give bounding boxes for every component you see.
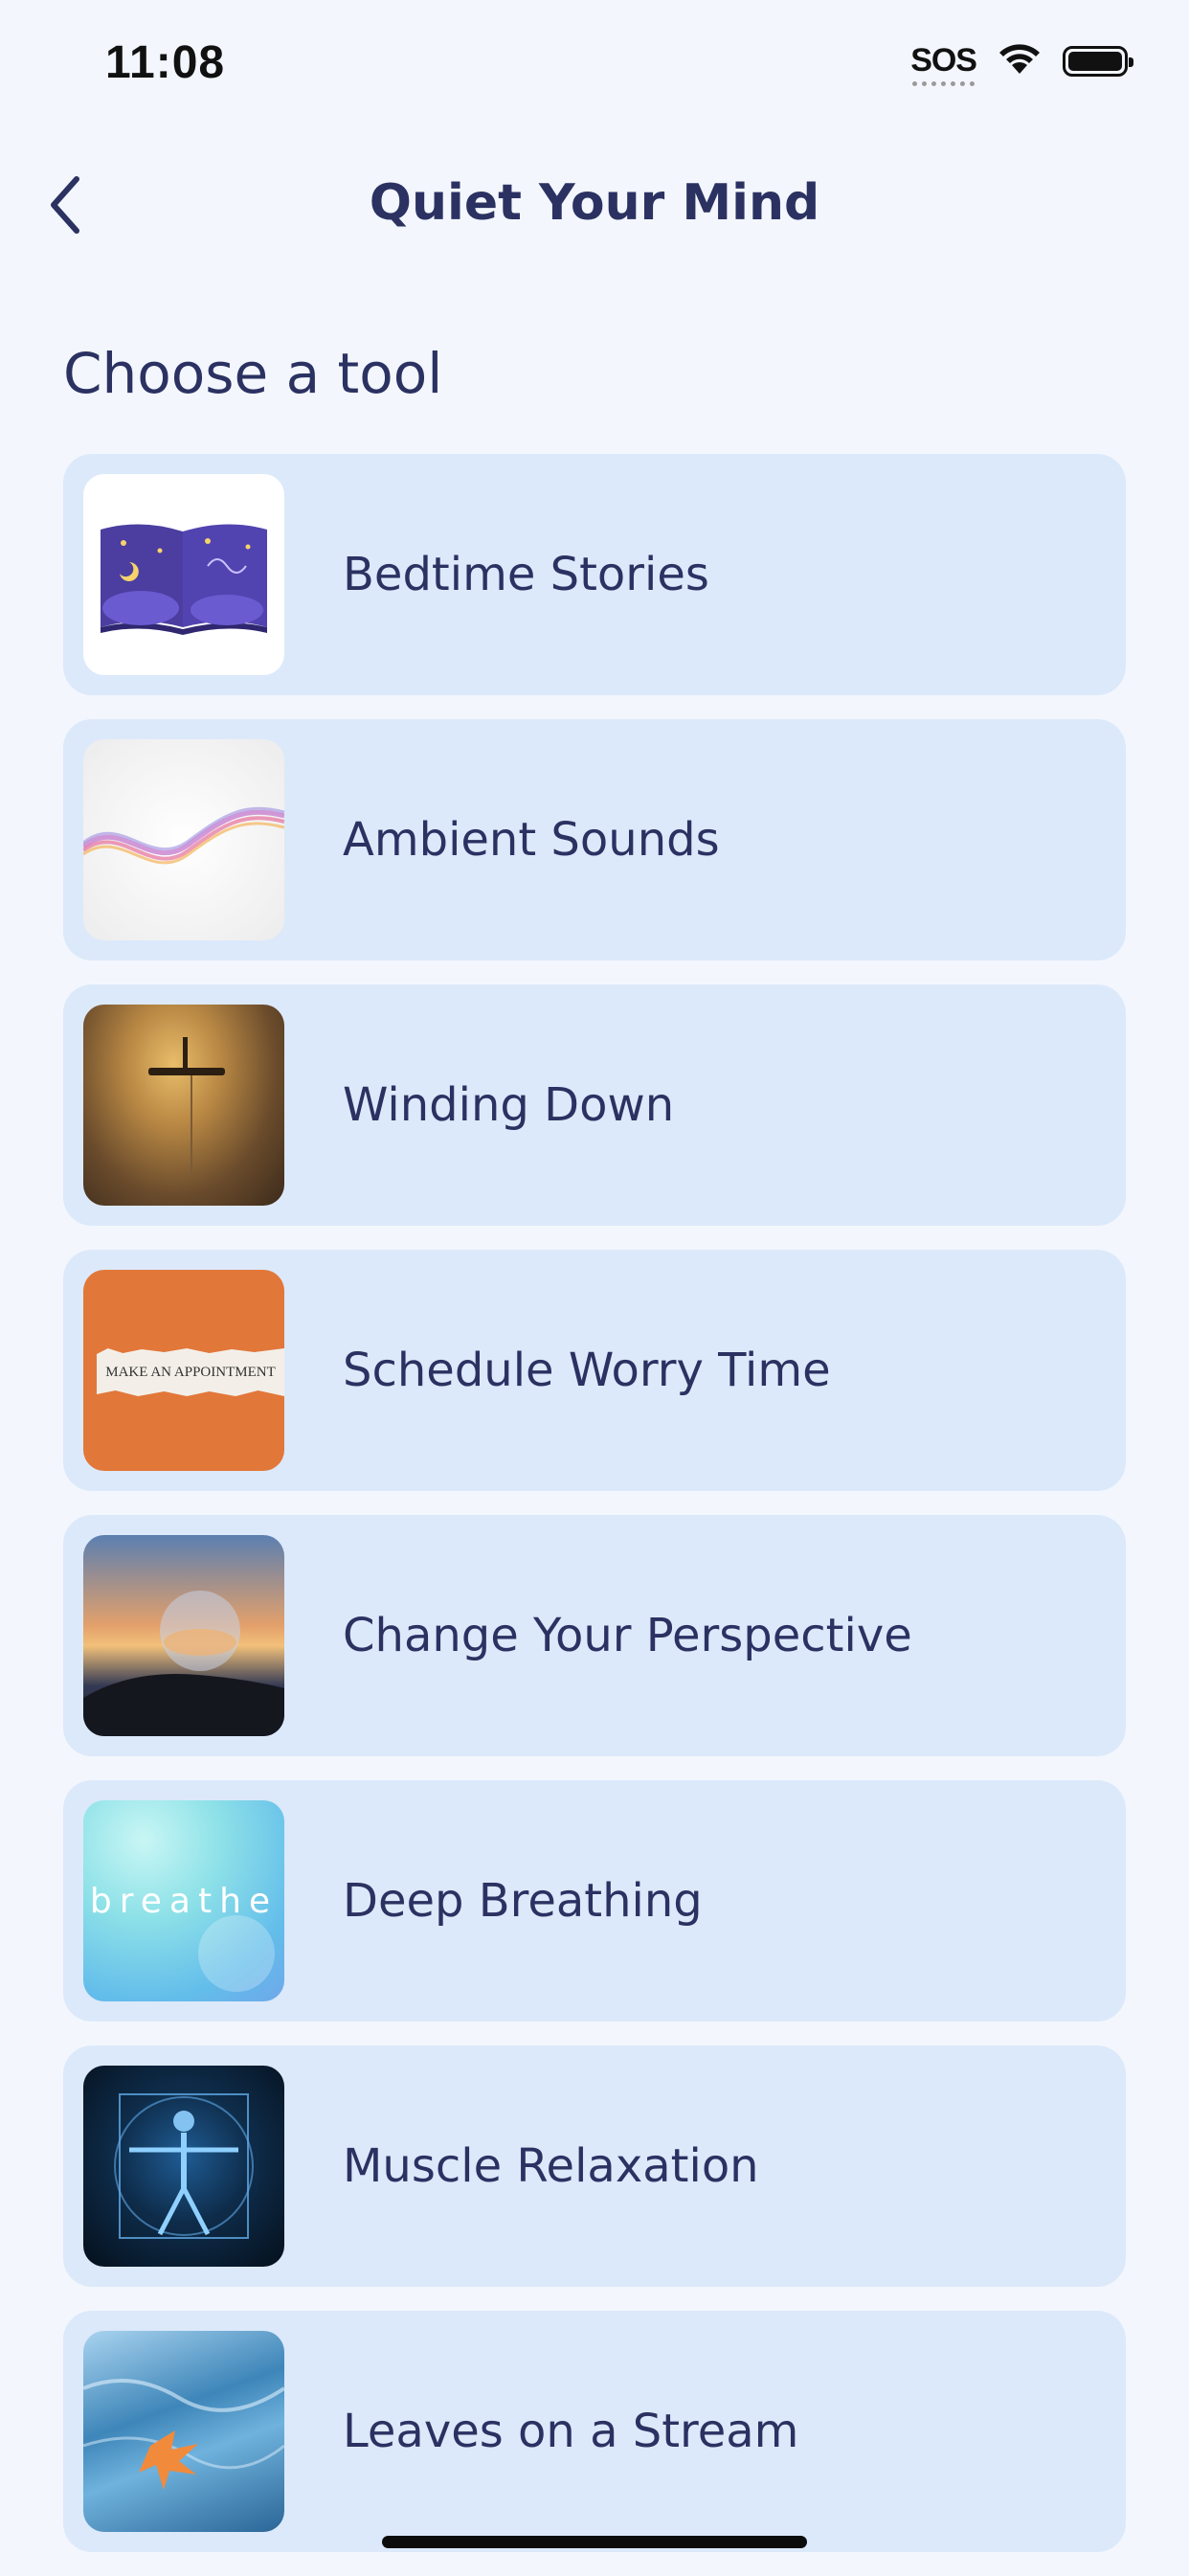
- thumbnail-caption: breathe: [89, 1881, 279, 1921]
- tool-label: Leaves on a Stream: [343, 2405, 799, 2458]
- tool-label: Change Your Perspective: [343, 1609, 912, 1662]
- tool-label: Muscle Relaxation: [343, 2139, 759, 2193]
- home-indicator[interactable]: [382, 2536, 807, 2548]
- status-bar: 11:08 SOS: [0, 0, 1189, 124]
- tool-card-change-your-perspective[interactable]: Change Your Perspective: [63, 1515, 1126, 1756]
- thumbnail-caption: MAKE AN APPOINTMENT: [105, 1364, 276, 1380]
- battery-level: [1068, 51, 1122, 71]
- tool-card-winding-down[interactable]: Winding Down: [63, 984, 1126, 1226]
- tool-label: Schedule Worry Time: [343, 1344, 831, 1397]
- tool-label: Winding Down: [343, 1078, 675, 1132]
- nav-header: Quiet Your Mind: [0, 153, 1189, 259]
- tool-card-ambient-sounds[interactable]: Ambient Sounds: [63, 719, 1126, 960]
- page-title: Quiet Your Mind: [369, 174, 820, 232]
- tool-card-muscle-relaxation[interactable]: Muscle Relaxation: [63, 2045, 1126, 2287]
- status-time: 11:08: [105, 37, 226, 88]
- leaf-in-water-thumbnail: [83, 2331, 284, 2532]
- sound-wave-thumbnail: [83, 739, 284, 940]
- torn-paper-thumbnail: MAKE AN APPOINTMENT: [83, 1270, 284, 1471]
- tool-list: Bedtime Stories Ambient Sounds Winding D…: [63, 454, 1126, 2576]
- tool-label: Bedtime Stories: [343, 548, 709, 601]
- wall-lamp-thumbnail: [83, 1005, 284, 1206]
- tool-card-schedule-worry-time[interactable]: MAKE AN APPOINTMENT Schedule Worry Time: [63, 1250, 1126, 1491]
- status-indicators: SOS: [910, 42, 1133, 86]
- wifi-icon: [998, 43, 1042, 79]
- battery-icon: [1063, 45, 1133, 77]
- vitruvian-figure-thumbnail: [83, 2066, 284, 2267]
- breathe-thumbnail: breathe: [83, 1800, 284, 2001]
- section-title: Choose a tool: [63, 341, 443, 406]
- sos-indicator: SOS: [910, 42, 977, 86]
- crystal-ball-thumbnail: [83, 1535, 284, 1736]
- tool-card-bedtime-stories[interactable]: Bedtime Stories: [63, 454, 1126, 695]
- tool-label: Deep Breathing: [343, 1874, 703, 1928]
- tool-card-leaves-on-a-stream[interactable]: Leaves on a Stream: [63, 2311, 1126, 2552]
- storybook-thumbnail: [83, 474, 284, 675]
- tool-label: Ambient Sounds: [343, 813, 720, 867]
- tool-card-deep-breathing[interactable]: breathe Deep Breathing: [63, 1780, 1126, 2022]
